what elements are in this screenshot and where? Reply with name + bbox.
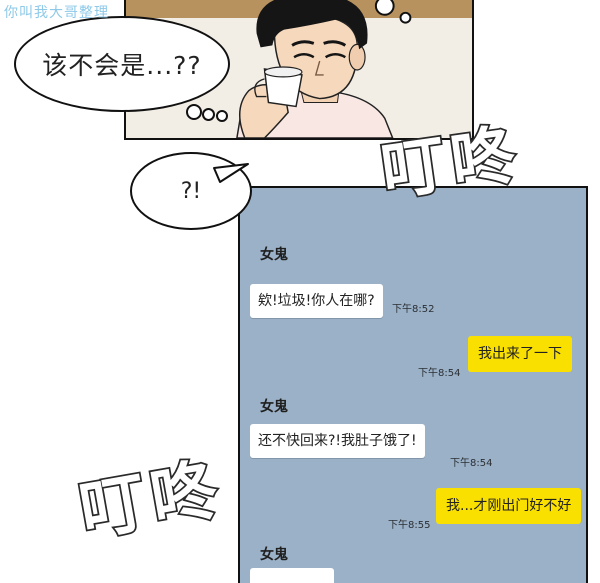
speech-bubble-tail [213, 163, 249, 183]
outgoing-message: 我...才刚出门好不好 [436, 488, 582, 524]
thought-dot [186, 104, 202, 120]
thought-dot [202, 108, 215, 121]
thought-dot [216, 110, 228, 122]
sound-effect-bottom-text: 叮咚 [74, 450, 229, 542]
watermark: 你叫我大哥整理 [4, 5, 109, 21]
chat-screen: 女鬼 欸!垃圾!你人在哪? 下午8:52 我出来了一下 下午8:54 女鬼 还不… [238, 186, 588, 583]
message-time: 下午8:54 [418, 368, 461, 379]
message-time: 下午8:54 [450, 458, 493, 469]
sender-name: 女鬼 [260, 247, 288, 263]
incoming-message: 还不快回来?!我肚子饿了! [250, 424, 425, 458]
speech-bubble-small-text: ?! [180, 178, 202, 204]
sound-effect-top-text: 叮咚 [377, 118, 526, 200]
message-time: 下午8:55 [388, 520, 431, 531]
sender-name: 女鬼 [260, 547, 288, 563]
sound-effect-bottom: 叮咚 [72, 448, 231, 542]
outgoing-message: 我出来了一下 [468, 336, 572, 372]
speech-bubble-large-text: 该不会是...?? [42, 51, 202, 80]
message-time: 下午8:52 [392, 304, 435, 315]
sender-name: 女鬼 [260, 399, 288, 415]
sound-effect-top: 叮咚 [375, 116, 527, 200]
incoming-message [250, 568, 334, 583]
speech-bubble-large: 该不会是...?? [14, 16, 230, 112]
incoming-message: 欸!垃圾!你人在哪? [250, 284, 383, 318]
